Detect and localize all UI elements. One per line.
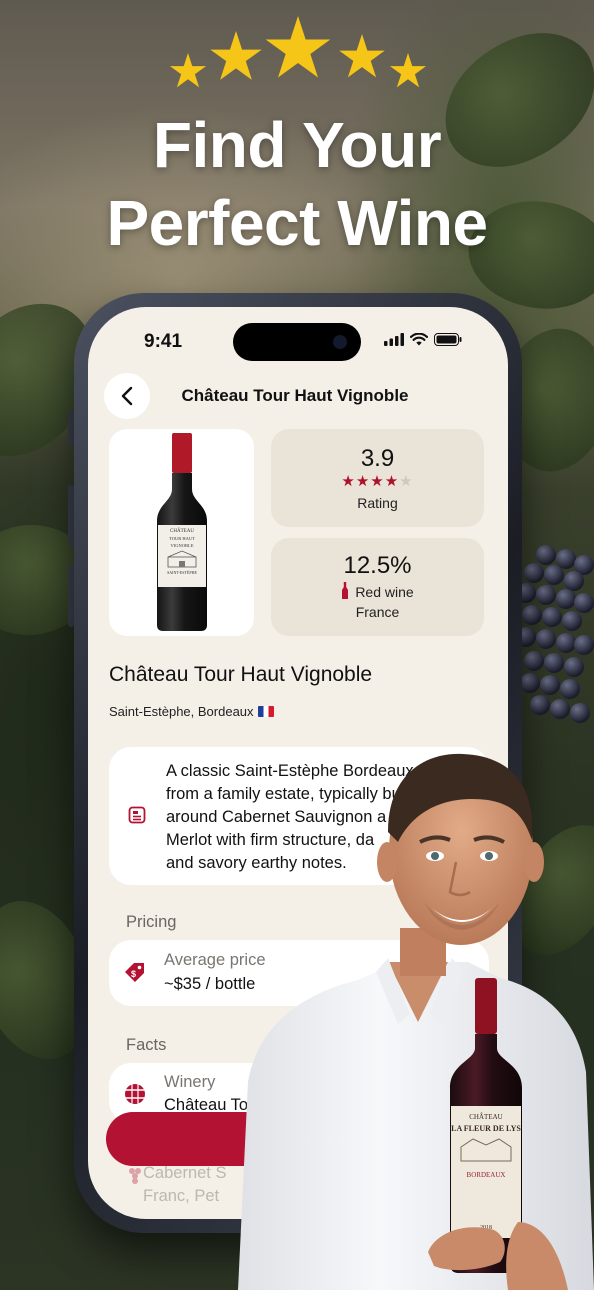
rating-star-icon: ★ [341,473,356,490]
wine-type: Red wine [355,584,414,600]
chevron-left-icon [121,386,133,406]
rating-value: 3.9 [360,445,395,472]
svg-text:$: $ [131,969,136,979]
promo-headline: Find Your Perfect Wine [0,106,594,262]
star-icon [265,16,331,78]
country: France [355,604,400,620]
grapes-value: Franc, Pet [143,1187,220,1205]
star-icon [339,34,385,78]
headline-line-2: Perfect Wine [106,187,488,259]
star-icon [210,31,262,80]
star-icon [389,53,427,88]
bottle-label-line-3: SAINT-ESTÈPHE [167,570,197,575]
model-bottle-line-2: LA FLEUR DE LYS [451,1124,521,1133]
pricing-section-label: Pricing [126,913,177,931]
headline-line-1: Find Your [152,109,442,181]
rating-label: Rating [357,495,398,511]
status-icons [384,333,462,346]
price-tag-icon: $ [125,963,144,982]
nav-title: Château Tour Haut Vignoble [181,386,409,405]
abv-value: 12.5% [343,552,412,579]
model-bottle-line-3: BORDEAUX [467,1171,506,1179]
bottle-label-line-2: TOUR HAUT VIGNOBLE [169,536,195,548]
rating-star-icon: ★ [370,473,385,490]
model-bottle-line-1: CHÂTEAU [469,1113,502,1121]
dynamic-island [233,323,361,361]
barrel-icon [125,1084,145,1104]
wifi-icon [410,333,428,346]
facts-section-label: Facts [126,1036,167,1054]
star-icon [169,53,207,88]
grapes-label: Cabernet S [143,1164,227,1182]
wine-type-row: Red wine [271,582,484,602]
wine-region: Saint-Estèphe, Bordeaux [109,704,274,719]
rating-star-icon: ★ [355,473,371,490]
grape-cluster [516,545,594,755]
wine-bottle-image[interactable]: CHÂTEAU TOUR HAUT VIGNOBLE SAINT-ESTÈPHE [109,429,254,636]
chateau-drawing [167,550,197,568]
rating-stars: ★★★★★ [271,473,484,491]
bottle-label-line-1: CHÂTEAU [170,529,194,534]
five-star-rating [169,16,427,88]
back-button[interactable] [104,373,150,419]
france-flag-icon [257,706,274,717]
status-time: 9:41 [144,331,183,352]
signal-icon [384,333,404,346]
sommelier-photo: CHÂTEAU LA FLEUR DE LYS BORDEAUX 2018 [238,753,594,1290]
wine-info-card: 12.5% Red wine France [271,538,484,636]
grapes-icon [129,1168,141,1184]
rating-card: 3.9 ★★★★★ Rating [271,429,484,527]
wine-bottle-icon [342,582,349,599]
region-text: Saint-Estèphe, Bordeaux [109,704,254,719]
document-icon [128,806,146,824]
rating-star-icon: ★ [384,473,400,490]
winery-label: Winery [164,1073,216,1091]
wine-name: Château Tour Haut Vignoble [109,663,373,686]
rating-star-icon: ★ [399,473,414,490]
battery-icon [434,333,462,346]
